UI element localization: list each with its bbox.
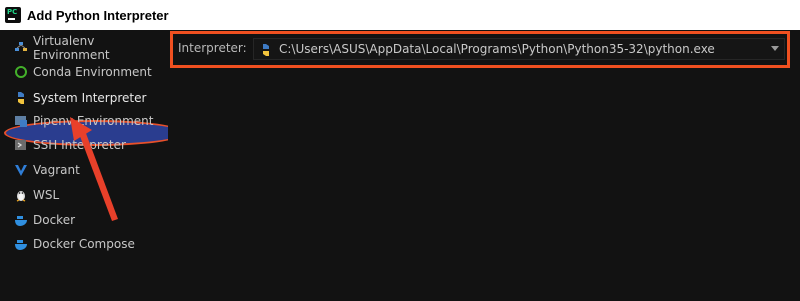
vagrant-icon	[14, 163, 28, 177]
pipenv-icon	[14, 114, 28, 128]
docker-icon	[14, 213, 28, 227]
sidebar-item-label: SSH Interpreter	[33, 138, 126, 152]
sidebar-item-docker[interactable]: Docker	[0, 208, 168, 232]
window-title: Add Python Interpreter	[27, 7, 169, 23]
sidebar-item-label: WSL	[33, 188, 60, 202]
sidebar-item-vagrant[interactable]: Vagrant	[0, 158, 168, 182]
sidebar-item-label: Vagrant	[33, 163, 80, 177]
sidebar-item-system-interpreter[interactable]: System Interpreter	[0, 86, 168, 110]
docker-compose-icon	[14, 237, 28, 251]
ssh-icon	[14, 138, 28, 152]
virtualenv-icon	[14, 41, 28, 55]
sidebar-item-label: Virtualenv Environment	[33, 34, 110, 62]
sidebar-item-ssh[interactable]: SSH Interpreter	[0, 133, 168, 157]
sidebar: Virtualenv Environment Conda Environment…	[0, 34, 184, 301]
sidebar-item-docker-compose[interactable]: Docker Compose	[0, 232, 168, 256]
main-panel	[168, 30, 800, 301]
python-icon	[14, 91, 28, 105]
sidebar-item-virtualenv[interactable]: Virtualenv Environment	[0, 34, 168, 62]
add-interpreter-dialog: PC Add Python Interpreter Virtualenv Env…	[0, 0, 800, 301]
interpreter-label: Interpreter:	[178, 41, 247, 55]
sidebar-item-conda[interactable]: Conda Environment	[0, 60, 168, 84]
conda-icon	[14, 65, 28, 79]
sidebar-item-label: Conda Environment	[33, 65, 152, 79]
interpreter-dropdown[interactable]: C:\Users\ASUS\AppData\Local\Programs\Pyt…	[253, 38, 785, 60]
wsl-icon	[14, 188, 28, 202]
python-icon	[259, 42, 273, 56]
sidebar-item-label: Pipenv Environment	[33, 114, 154, 128]
title-bar: PC Add Python Interpreter	[0, 0, 800, 30]
sidebar-item-pipenv[interactable]: Pipenv Environment	[0, 109, 168, 133]
sidebar-item-label: System Interpreter	[33, 91, 147, 105]
sidebar-item-label: Docker	[33, 213, 76, 227]
chevron-down-icon[interactable]	[771, 46, 779, 51]
interpreter-path: C:\Users\ASUS\AppData\Local\Programs\Pyt…	[279, 42, 715, 56]
pycharm-icon: PC	[5, 7, 21, 23]
sidebar-item-wsl[interactable]: WSL	[0, 183, 168, 207]
sidebar-item-label: Docker Compose	[33, 237, 135, 251]
